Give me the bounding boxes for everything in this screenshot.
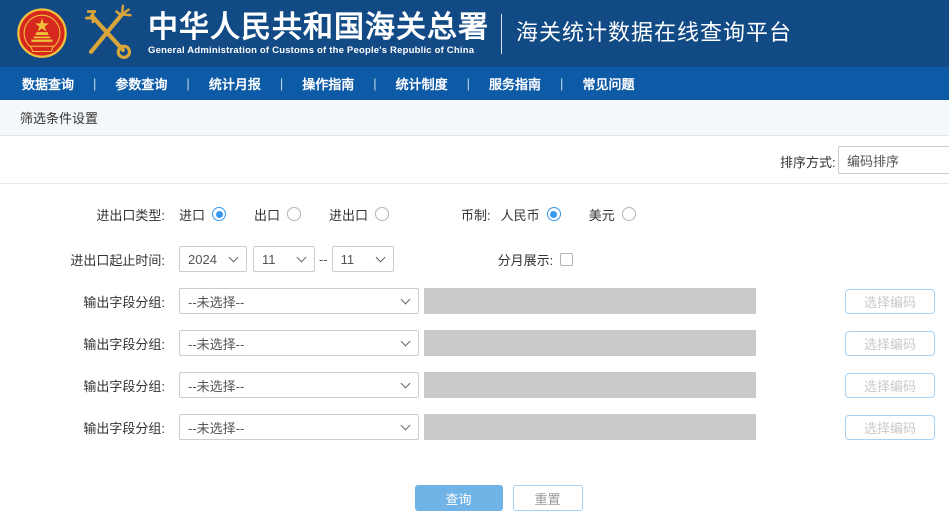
radio-import[interactable] xyxy=(212,207,226,221)
header-divider xyxy=(501,14,502,54)
agency-title-block: 中华人民共和国海关总署 General Administration of Cu… xyxy=(148,12,489,56)
main-nav: 数据查询 | 参数查询 | 统计月报 | 操作指南 | 统计制度 | 服务指南 … xyxy=(0,67,949,100)
sort-row: 排序方式: 编码排序 xyxy=(0,136,949,184)
nav-item-monthly-report[interactable]: 统计月报 xyxy=(209,74,261,93)
agency-title-cn: 中华人民共和国海关总署 xyxy=(148,12,489,44)
time-range-row: 进出口起止时间: 2024 11 -- 11 分月展示: xyxy=(0,245,949,273)
output-group-label: 输出字段分组: xyxy=(20,376,165,395)
radio-export[interactable] xyxy=(287,207,301,221)
nav-item-statistics-system[interactable]: 统计制度 xyxy=(396,74,448,93)
chevron-down-icon xyxy=(401,378,411,388)
output-group-select[interactable]: --未选择-- xyxy=(179,372,419,398)
trade-type-row: 进出口类型: 进口 出口 进出口 币制: 人民币 美元 xyxy=(0,200,949,228)
sort-label: 排序方式: xyxy=(780,152,836,171)
action-buttons: 查询 重置 xyxy=(0,485,949,511)
selected-codes-field xyxy=(424,330,756,356)
chevron-down-icon xyxy=(375,252,385,262)
monthly-display-label: 分月展示: xyxy=(498,250,554,269)
pick-codes-button[interactable]: 选择编码 xyxy=(845,289,935,314)
nav-separator: | xyxy=(373,76,376,91)
sort-select[interactable]: 编码排序 xyxy=(838,146,949,174)
chevron-down-icon xyxy=(401,420,411,430)
chevron-down-icon xyxy=(297,252,307,262)
selected-codes-field xyxy=(424,288,756,314)
start-month-value: 11 xyxy=(262,252,276,267)
nav-separator: | xyxy=(93,76,96,91)
radio-option-import[interactable]: 进口 xyxy=(179,205,226,224)
year-select-value: 2024 xyxy=(188,252,217,267)
output-group-select-value: --未选择-- xyxy=(188,334,244,353)
output-group-label: 输出字段分组: xyxy=(20,292,165,311)
radio-option-export-label: 出口 xyxy=(254,205,280,224)
radio-option-rmb-label: 人民币 xyxy=(501,205,540,224)
start-month-select[interactable]: 11 xyxy=(253,246,315,272)
nav-separator: | xyxy=(467,76,470,91)
nav-separator: | xyxy=(280,76,283,91)
radio-option-import-label: 进口 xyxy=(179,205,205,224)
app-header: 中华人民共和国海关总署 General Administration of Cu… xyxy=(0,0,949,67)
radio-option-import-export-label: 进出口 xyxy=(329,205,368,224)
end-month-select[interactable]: 11 xyxy=(332,246,394,272)
radio-option-usd-label: 美元 xyxy=(589,205,615,224)
agency-title-en: General Administration of Customs of the… xyxy=(148,45,489,56)
output-group-select-value: --未选择-- xyxy=(188,418,244,437)
monthly-display-checkbox[interactable] xyxy=(560,253,573,266)
output-group-select-value: --未选择-- xyxy=(188,376,244,395)
currency-group: 币制: 人民币 美元 xyxy=(461,205,664,224)
output-group-select-value: --未选择-- xyxy=(188,292,244,311)
chevron-down-icon xyxy=(401,294,411,304)
output-group-select[interactable]: --未选择-- xyxy=(179,330,419,356)
pick-codes-button[interactable]: 选择编码 xyxy=(845,373,935,398)
query-button[interactable]: 查询 xyxy=(415,485,503,511)
output-group-row: 输出字段分组: --未选择-- 选择编码 xyxy=(0,371,949,399)
customs-emblem-icon xyxy=(76,4,138,64)
monthly-display-group: 分月展示: xyxy=(498,250,574,269)
nav-item-faq[interactable]: 常见问题 xyxy=(582,74,634,93)
selected-codes-field xyxy=(424,372,756,398)
filter-settings-title: 筛选条件设置 xyxy=(20,108,98,127)
radio-usd[interactable] xyxy=(622,207,636,221)
radio-option-rmb[interactable]: 人民币 xyxy=(501,205,561,224)
chevron-down-icon xyxy=(401,336,411,346)
output-group-row: 输出字段分组: --未选择-- 选择编码 xyxy=(0,413,949,441)
national-emblem-icon xyxy=(14,5,70,63)
platform-title: 海关统计数据在线查询平台 xyxy=(516,15,792,53)
nav-item-data-query[interactable]: 数据查询 xyxy=(22,74,74,93)
output-group-row: 输出字段分组: --未选择-- 选择编码 xyxy=(0,329,949,357)
nav-item-service-guide[interactable]: 服务指南 xyxy=(489,74,541,93)
output-group-label: 输出字段分组: xyxy=(20,334,165,353)
chevron-down-icon xyxy=(229,252,239,262)
end-month-value: 11 xyxy=(341,252,355,267)
radio-option-import-export[interactable]: 进出口 xyxy=(329,205,389,224)
output-group-select[interactable]: --未选择-- xyxy=(179,414,419,440)
pick-codes-button[interactable]: 选择编码 xyxy=(845,331,935,356)
currency-label: 币制: xyxy=(461,205,491,224)
nav-separator: | xyxy=(186,76,189,91)
output-group-label: 输出字段分组: xyxy=(20,418,165,437)
year-select[interactable]: 2024 xyxy=(179,246,247,272)
time-range-label: 进出口起止时间: xyxy=(20,250,165,269)
radio-option-usd[interactable]: 美元 xyxy=(589,205,636,224)
reset-button[interactable]: 重置 xyxy=(513,485,583,511)
radio-option-export[interactable]: 出口 xyxy=(254,205,301,224)
nav-separator: | xyxy=(560,76,563,91)
nav-item-param-query[interactable]: 参数查询 xyxy=(115,74,167,93)
radio-rmb[interactable] xyxy=(547,207,561,221)
trade-type-label: 进出口类型: xyxy=(20,205,165,224)
pick-codes-button[interactable]: 选择编码 xyxy=(845,415,935,440)
radio-import-export[interactable] xyxy=(375,207,389,221)
time-range-separator: -- xyxy=(319,252,328,267)
output-group-row: 输出字段分组: --未选择-- 选择编码 xyxy=(0,287,949,315)
output-group-select[interactable]: --未选择-- xyxy=(179,288,419,314)
filter-settings-bar: 筛选条件设置 xyxy=(0,100,949,136)
sort-select-value: 编码排序 xyxy=(847,151,899,170)
selected-codes-field xyxy=(424,414,756,440)
nav-item-operation-guide[interactable]: 操作指南 xyxy=(302,74,354,93)
